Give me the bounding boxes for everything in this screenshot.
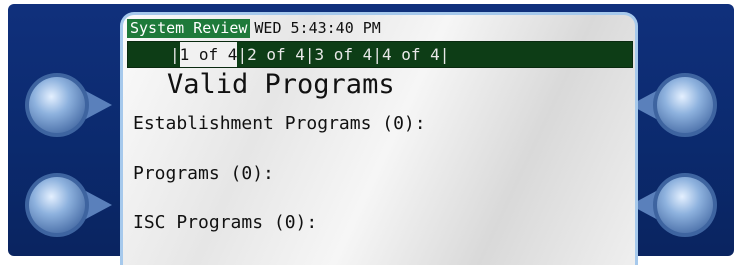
isc-programs-label: ISC Programs (0):	[133, 212, 318, 233]
page-tab-separator: |	[304, 45, 315, 64]
softkey-button-icon	[25, 73, 112, 137]
screen-title: System Review	[127, 18, 251, 38]
softkey-button-icon	[630, 173, 717, 237]
page-tabs: | 1 of 4 | 2 of 4 | 3 of 4 | 4 of 4 |	[170, 42, 449, 67]
page-tab-separator: |	[237, 45, 248, 64]
right-bottom-softkey[interactable]	[630, 170, 730, 240]
page-tab-separator: |	[170, 45, 180, 64]
left-top-softkey[interactable]	[12, 70, 112, 140]
page-heading: Valid Programs	[167, 69, 395, 100]
left-bottom-softkey[interactable]	[12, 170, 112, 240]
programs-label: Programs (0):	[133, 163, 274, 184]
softkey-button-icon	[630, 73, 717, 137]
softkey-button-icon	[25, 173, 112, 237]
status-bar: System Review WED 5:43:40 PM	[127, 18, 381, 38]
lcd-screen: System Review WED 5:43:40 PM | 1 of 4 | 2 o…	[120, 12, 638, 265]
page-tab-1[interactable]: 1 of 4	[179, 42, 238, 67]
page-tab-separator: |	[372, 45, 382, 64]
right-top-softkey[interactable]	[630, 70, 730, 140]
status-datetime: WED 5:43:40 PM	[254, 18, 381, 37]
page-tab-separator: |	[439, 45, 450, 64]
page-tab-bar: | 1 of 4 | 2 of 4 | 3 of 4 | 4 of 4 |	[127, 41, 633, 68]
establishment-programs-label: Establishment Programs (0):	[133, 113, 426, 134]
page-tab-2[interactable]: 2 of 4	[247, 42, 305, 67]
page-tab-4[interactable]: 4 of 4	[382, 42, 440, 67]
page-tab-3[interactable]: 3 of 4	[315, 42, 373, 67]
